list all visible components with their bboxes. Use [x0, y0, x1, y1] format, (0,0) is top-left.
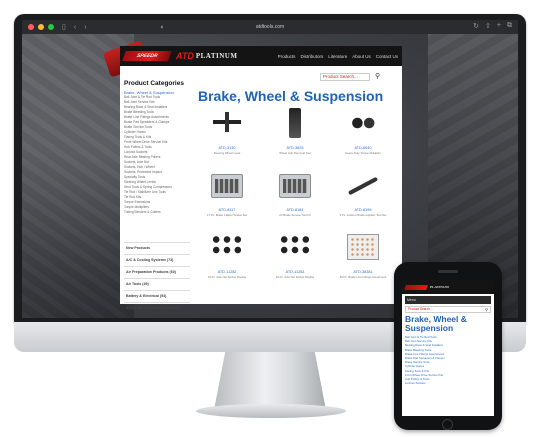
- section-brake-wheel-suspension[interactable]: Brake, Wheel & Suspension (92): [124, 302, 190, 314]
- page-title: Brake, Wheel & Suspension: [198, 88, 384, 104]
- main-nav: Products Distributors Literature About U…: [278, 54, 398, 59]
- phone-page-title: Brake, Wheel & Suspension: [405, 314, 467, 333]
- product-card[interactable]: ATD-8184 Air Brake Service Tool Kit: [266, 168, 324, 217]
- product-code[interactable]: ATD-11282: [198, 270, 256, 274]
- product-image[interactable]: [207, 230, 247, 264]
- product-image[interactable]: [275, 168, 315, 202]
- product-code[interactable]: ATD-38381: [334, 270, 392, 274]
- close-window-icon[interactable]: [28, 24, 34, 30]
- phone-menu-button[interactable]: Menu: [405, 296, 491, 304]
- product-name[interactable]: 17 Pc. Brake Caliper Socket Set: [198, 213, 256, 217]
- product-card[interactable]: ATD-8117 17 Pc. Brake Caliper Socket Set: [198, 168, 256, 217]
- forward-icon[interactable]: ›: [84, 24, 86, 31]
- nav-distributors[interactable]: Distributors: [300, 54, 323, 59]
- back-icon[interactable]: ‹: [74, 24, 76, 31]
- product-card[interactable]: ATD-3130 Steering Wheel Level: [198, 106, 256, 155]
- section-new-products[interactable]: New Products: [124, 242, 190, 254]
- product-card[interactable]: ATD-3625 Wheel Hub Removal Tool: [266, 106, 324, 155]
- home-button[interactable]: [442, 419, 453, 430]
- product-code[interactable]: ATD-3130: [198, 146, 256, 150]
- phone-search-input[interactable]: Product Search... ⚲: [405, 306, 491, 313]
- product-card[interactable]: ATD-11283 22 Pc. Axle Nut Socket Display: [266, 230, 324, 279]
- maximize-window-icon[interactable]: [48, 24, 54, 30]
- phone-speaker: [438, 270, 458, 273]
- product-image[interactable]: [207, 168, 247, 202]
- search-icon[interactable]: ⚲: [485, 307, 488, 312]
- nav-products[interactable]: Products: [278, 54, 296, 59]
- browser-toolbar: ▯ ‹ › ◐ atdtools.com ↻ ⇧ + ⧉: [22, 20, 518, 34]
- phone-search-placeholder: Product Search...: [408, 307, 433, 311]
- speedr-logo[interactable]: SPEEDR: [122, 51, 172, 61]
- section-ac-cooling[interactable]: A/C & Cooling Systems (73): [124, 254, 190, 266]
- product-name[interactable]: Air Brake Service Tool Kit: [266, 213, 324, 217]
- product-code[interactable]: ATD-6640: [334, 146, 392, 150]
- product-card[interactable]: ATD-8199 3 Pc. Locknut Brake Adjuster To…: [334, 168, 392, 217]
- product-card[interactable]: ATD-38381 36 Pc. Brake Line Fittings Ass…: [334, 230, 392, 279]
- search-icon[interactable]: ⚲: [375, 72, 380, 80]
- imac-stand: [214, 352, 326, 410]
- background-photo-left: [22, 34, 134, 318]
- section-air-preparation[interactable]: Air Preparation Products (60): [124, 266, 190, 278]
- platinum-logo[interactable]: PLATINUM: [430, 285, 449, 289]
- category-sections: New Products A/C & Cooling Systems (73) …: [124, 242, 190, 314]
- section-battery-electrical[interactable]: Battery & Electrical (54): [124, 290, 190, 302]
- content-panel: Product Search... ⚲ Product Categories B…: [120, 66, 402, 310]
- phone-category-item[interactable]: Locknut Sockets: [405, 381, 491, 385]
- share-icon[interactable]: ⇧: [485, 22, 491, 30]
- product-name[interactable]: Heavy Duty Torque Multiplier: [334, 151, 392, 155]
- nav-literature[interactable]: Literature: [328, 54, 347, 59]
- product-code[interactable]: ATD-8199: [334, 208, 392, 212]
- atd-logo[interactable]: ATD: [176, 51, 194, 61]
- categories-heading: Product Categories: [124, 80, 184, 87]
- address-bar[interactable]: atdtools.com: [232, 23, 308, 31]
- section-air-tools[interactable]: Air Tools (49): [124, 278, 190, 290]
- product-image[interactable]: [275, 106, 315, 140]
- product-name[interactable]: 22 Pc. Axle Nut Socket Display: [266, 275, 324, 279]
- sidebar-icon[interactable]: ▯: [62, 23, 66, 31]
- category-item[interactable]: Tubing Benders & Cutters: [124, 210, 186, 215]
- product-card[interactable]: ATD-11282 16 Pc. Axle Nut Socket Display: [198, 230, 256, 279]
- reload-icon[interactable]: ↻: [473, 22, 479, 30]
- category-list: Brake, Wheel & Suspension Ball Joint & T…: [124, 90, 186, 215]
- speedr-logo[interactable]: [404, 284, 428, 290]
- product-name[interactable]: Steering Wheel Level: [198, 151, 256, 155]
- phone-category-list: Ball Joint & Tie Rod Tools Ball Joint Se…: [405, 335, 491, 385]
- platinum-logo[interactable]: PLATINUM: [196, 52, 238, 60]
- nav-contact-us[interactable]: Contact Us: [376, 54, 398, 59]
- product-image[interactable]: [343, 168, 383, 202]
- product-code[interactable]: ATD-8184: [266, 208, 324, 212]
- product-search-input[interactable]: Product Search...: [320, 73, 370, 81]
- imac-stand-foot: [196, 404, 346, 418]
- product-code[interactable]: ATD-8117: [198, 208, 256, 212]
- product-name[interactable]: 16 Pc. Axle Nut Socket Display: [198, 275, 256, 279]
- nav-about-us[interactable]: About Us: [352, 54, 371, 59]
- site-header: SPEEDR ATD PLATINUM Products Distributor…: [120, 46, 402, 66]
- product-card[interactable]: ATD-6640 Heavy Duty Torque Multiplier: [334, 106, 392, 155]
- new-tab-icon[interactable]: +: [497, 22, 501, 30]
- product-name[interactable]: 36 Pc. Brake Line Fittings Assortment: [334, 275, 392, 279]
- iphone: PLATINUM Menu Product Search... ⚲ Brake,…: [394, 262, 502, 430]
- product-code[interactable]: ATD-11283: [266, 270, 324, 274]
- minimize-window-icon[interactable]: [38, 24, 44, 30]
- product-image[interactable]: [275, 230, 315, 264]
- phone-screen: PLATINUM Menu Product Search... ⚲ Brake,…: [402, 280, 494, 416]
- product-image[interactable]: [207, 106, 247, 140]
- phone-site-header: PLATINUM: [402, 280, 494, 294]
- product-code[interactable]: ATD-3625: [266, 146, 324, 150]
- product-name[interactable]: 3 Pc. Locknut Brake Adjuster Tool Set: [334, 213, 392, 217]
- product-name[interactable]: Wheel Hub Removal Tool: [266, 151, 324, 155]
- product-image[interactable]: [343, 106, 383, 140]
- shield-icon[interactable]: ◐: [161, 24, 165, 31]
- tabs-icon[interactable]: ⧉: [507, 22, 512, 30]
- product-image[interactable]: [343, 230, 383, 264]
